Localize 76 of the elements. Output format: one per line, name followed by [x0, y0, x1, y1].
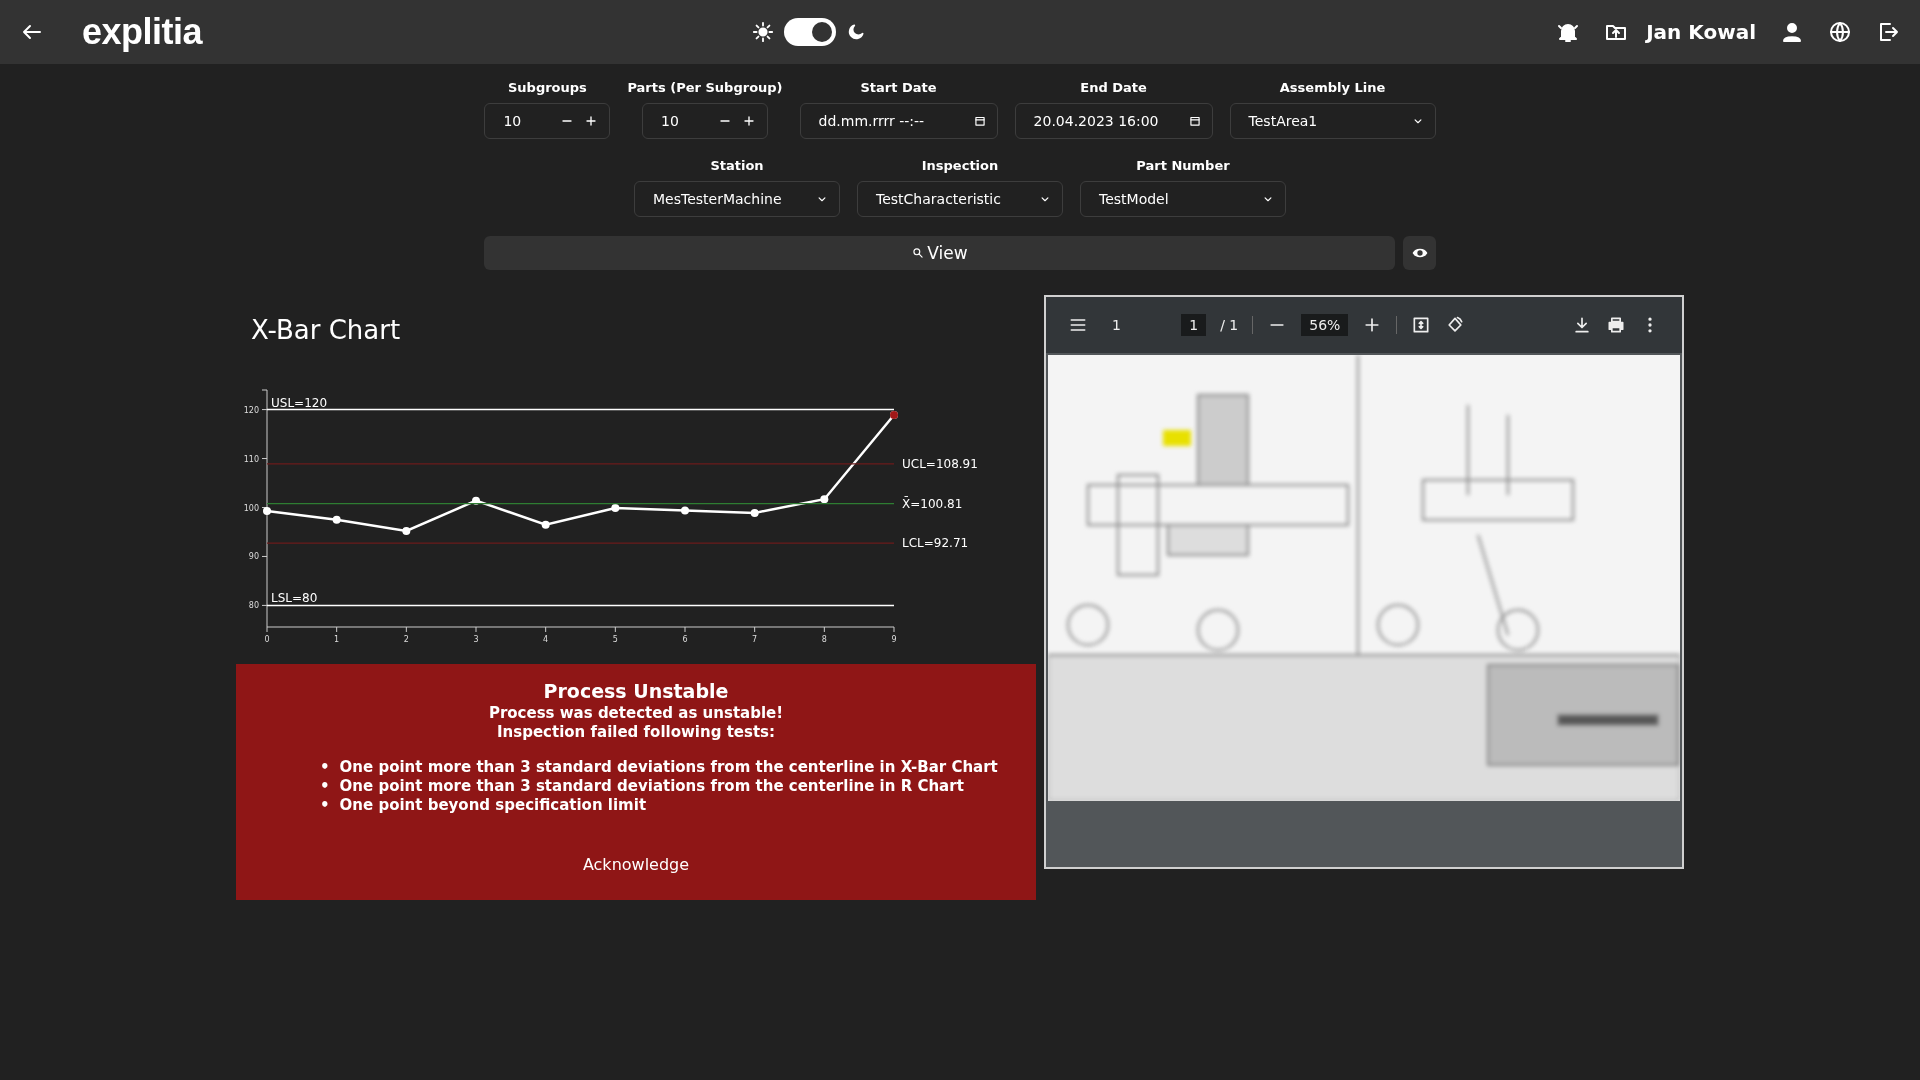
field-label: Assembly Line — [1279, 80, 1386, 95]
limit-label: UCL=108.91 — [902, 456, 978, 471]
failed-test-item: One point more than 3 standard deviations from the centerline in R Chart — [339, 777, 964, 796]
field-label: Station — [710, 158, 764, 173]
axis-tick-label: 0 — [264, 635, 270, 644]
number-stepper[interactable]: 10 — [484, 103, 611, 139]
user-name[interactable]: Jan Kowal — [1646, 20, 1756, 44]
axis-tick-label: 2 — [403, 635, 409, 644]
date-input[interactable]: 20.04.2023 16:00 — [1033, 113, 1180, 129]
axis-tick-label: 3 — [473, 635, 479, 644]
select-field[interactable]: TestCharacteristic — [857, 181, 1063, 217]
page-count: / 1 — [1220, 317, 1239, 333]
axis-tick-label: 5 — [612, 635, 618, 644]
axis-tick-label: 6 — [682, 635, 688, 644]
select-field[interactable]: TestModel — [1080, 181, 1286, 217]
chart-title: X-Bar Chart — [251, 315, 401, 347]
data-point — [402, 527, 411, 535]
axis-tick-label: 9 — [891, 635, 897, 644]
axis-tick-label: 120 — [243, 405, 259, 415]
failed-test-item: One point beyond specification limit — [339, 796, 647, 815]
logo: explitia — [82, 11, 203, 53]
field-label: Start Date — [860, 80, 937, 95]
alert-message: Inspection failed following tests: — [496, 723, 776, 742]
fit-page-icon[interactable] — [1411, 315, 1432, 335]
select-field[interactable]: TestArea1 — [1229, 103, 1436, 139]
sun-icon — [752, 21, 775, 43]
select-field[interactable]: MesTesterMachine — [634, 181, 840, 217]
list-bullet: • — [320, 758, 330, 777]
date-field[interactable]: 20.04.2023 16:00 — [1014, 103, 1213, 139]
limit-label: LCL=92.71 — [902, 536, 969, 551]
user-icon[interactable] — [1780, 20, 1804, 44]
list-bullet: • — [320, 777, 330, 796]
axis-tick-label: 90 — [248, 552, 259, 562]
number-stepper[interactable]: 10 — [642, 103, 768, 139]
page-number: 1 — [1112, 317, 1121, 333]
axis-tick-label: 80 — [248, 601, 259, 611]
data-point — [472, 496, 480, 505]
view-button[interactable]: View — [484, 236, 1395, 270]
date-input[interactable]: dd.mm.rrrr --:-- — [818, 113, 965, 129]
list-bullet: • — [320, 796, 330, 815]
theme-toggle[interactable] — [784, 18, 837, 46]
axis-tick-label: 4 — [543, 635, 549, 644]
data-point — [332, 515, 341, 524]
axis-tick-label: 1 — [334, 635, 340, 644]
print-icon[interactable] — [1606, 315, 1626, 335]
page-input[interactable]: 1 — [1181, 314, 1207, 336]
search-icon — [911, 246, 926, 260]
limit-label: LSL=80 — [271, 591, 318, 606]
axis-tick-label: 7 — [752, 635, 758, 644]
limit-label: X̄=100.81 — [902, 496, 963, 511]
data-point — [750, 508, 759, 517]
data-point — [611, 504, 620, 512]
calendar-icon[interactable] — [972, 114, 987, 128]
alert-title: Process Unstable — [542, 680, 730, 702]
axis-tick-label: 110 — [243, 454, 259, 464]
field-label: Inspection — [921, 158, 999, 173]
data-point — [820, 495, 829, 504]
acknowledge-button[interactable]: Acknowledge — [578, 853, 694, 876]
zoom-input[interactable]: 56% — [1301, 314, 1349, 336]
calendar-icon[interactable] — [1187, 114, 1202, 128]
field-label: Part Number — [1136, 158, 1230, 173]
axis-tick-label: 8 — [821, 635, 827, 644]
download-icon[interactable] — [1572, 315, 1592, 335]
visibility-button[interactable] — [1403, 236, 1436, 270]
field-label: Parts (Per Subgroup) — [627, 80, 783, 95]
data-point — [263, 506, 271, 515]
axis-tick-label: 100 — [243, 503, 259, 513]
field-label: End Date — [1080, 80, 1147, 95]
alert-message: Process was detected as unstable! — [487, 704, 785, 723]
failed-test-item: One point more than 3 standard deviations from the centerline in X-Bar Chart — [339, 758, 998, 777]
field-label: Subgroups — [508, 80, 587, 95]
limit-label: USL=120 — [271, 395, 328, 410]
date-field[interactable]: dd.mm.rrrr --:-- — [799, 103, 998, 139]
data-point — [681, 506, 689, 515]
globe-icon[interactable] — [1828, 20, 1852, 44]
data-point — [541, 520, 550, 529]
